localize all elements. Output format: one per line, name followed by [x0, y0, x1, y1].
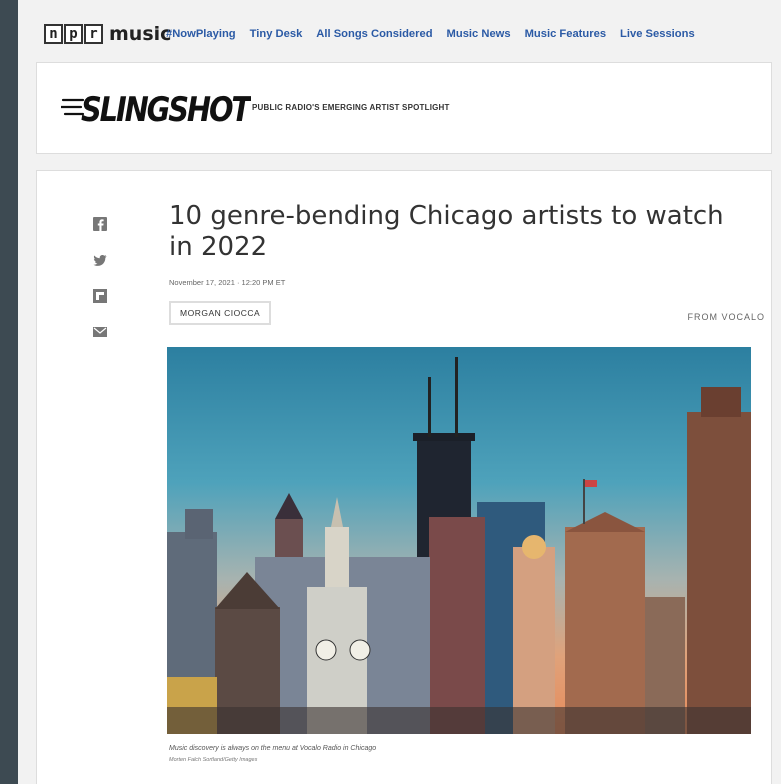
- facebook-icon[interactable]: [93, 217, 107, 231]
- nav-link-tiny-desk[interactable]: Tiny Desk: [250, 27, 303, 41]
- logo-music-text: music: [109, 23, 172, 45]
- nav-link-all-songs-considered[interactable]: All Songs Considered: [316, 27, 432, 41]
- logo-letter-r: r: [84, 24, 103, 44]
- author-byline[interactable]: MORGAN CIOCCA: [169, 301, 272, 325]
- article-title: 10 genre-bending Chicago artists to watc…: [169, 201, 724, 262]
- nav-link-nowplaying[interactable]: #NowPlaying: [166, 27, 236, 41]
- nav-link-live-sessions[interactable]: Live Sessions: [620, 27, 695, 41]
- article-date: November 17, 2021 · 12:20 PM ET: [169, 278, 286, 287]
- flipboard-icon[interactable]: [93, 289, 107, 303]
- top-navigation: n p r music #NowPlaying Tiny Desk All So…: [18, 0, 781, 62]
- banner-tagline: PUBLIC RADIO'S EMERGING ARTIST SPOTLIGHT: [252, 103, 450, 112]
- logo-letter-n: n: [44, 24, 63, 44]
- page: n p r music #NowPlaying Tiny Desk All So…: [18, 0, 781, 784]
- email-icon[interactable]: [93, 325, 107, 339]
- article-card: 10 genre-bending Chicago artists to watc…: [36, 170, 772, 784]
- logo-letter-p: p: [64, 24, 83, 44]
- source-attribution: FROM VOCALO: [687, 312, 765, 322]
- image-credit: Morten Falch Sortland/Getty Images: [169, 757, 258, 763]
- section-nav: #NowPlaying Tiny Desk All Songs Consider…: [166, 27, 709, 41]
- slingshot-logo-text: SLINGSHOT: [81, 90, 251, 130]
- slingshot-logo[interactable]: SLINGSHOT: [61, 81, 251, 133]
- chicago-skyline-photo: [167, 347, 751, 734]
- nav-link-music-features[interactable]: Music Features: [525, 27, 606, 41]
- share-tools: [93, 217, 111, 361]
- nav-link-music-news[interactable]: Music News: [447, 27, 511, 41]
- slingshot-banner: SLINGSHOT PUBLIC RADIO'S EMERGING ARTIST…: [36, 62, 772, 154]
- npr-music-logo[interactable]: n p r music: [44, 24, 171, 44]
- twitter-icon[interactable]: [93, 253, 107, 267]
- image-caption: Music discovery is always on the menu at…: [169, 745, 377, 752]
